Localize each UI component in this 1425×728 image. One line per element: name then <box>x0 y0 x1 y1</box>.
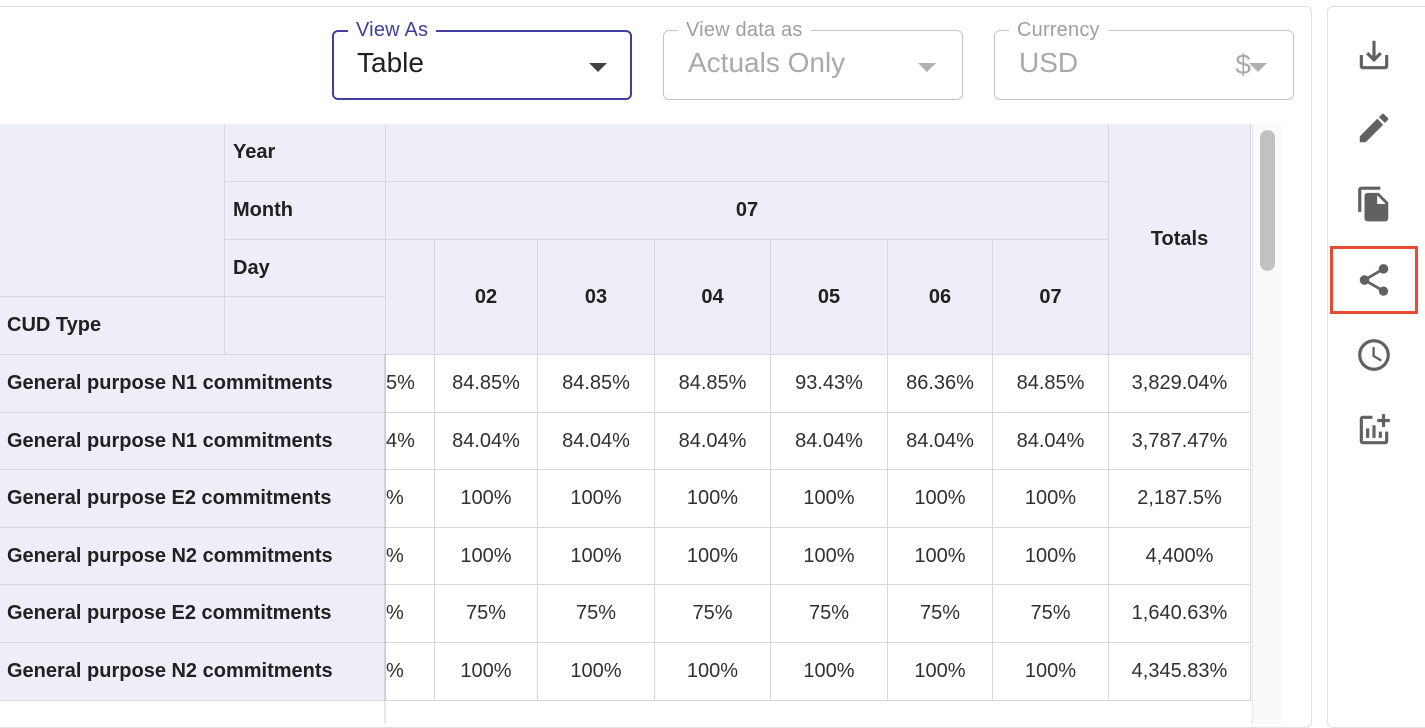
value-cell: 100% <box>771 643 888 701</box>
corner-cell <box>0 124 225 297</box>
view-as-select[interactable]: View As Table <box>332 19 632 100</box>
totals-header: Totals <box>1109 124 1251 355</box>
value-cell: 84.85% <box>993 355 1109 413</box>
copy-button[interactable] <box>1350 180 1398 228</box>
value-cell: 100% <box>435 528 538 585</box>
total-cell: 4,345.83% <box>1109 643 1251 701</box>
chevron-down-icon <box>918 63 936 72</box>
value-cell: 100% <box>655 528 771 585</box>
value-cell: 75% <box>655 585 771 643</box>
value-cell: 100% <box>435 470 538 528</box>
currency-select[interactable]: Currency USD $ <box>994 19 1294 100</box>
value-cell: 100% <box>888 643 993 701</box>
pivot-table: Year Month Day CUD Type 07 02 03 04 05 06 07 … <box>0 124 1251 724</box>
value-cell: 100% <box>993 643 1109 701</box>
edit-button[interactable] <box>1350 104 1398 152</box>
add-chart-button[interactable] <box>1350 406 1398 454</box>
value-cell: 84.04% <box>888 413 993 470</box>
row-label[interactable]: General purpose E2 commitments <box>0 585 386 643</box>
view-data-as-value: Actuals Only <box>688 47 846 78</box>
history-icon <box>1358 339 1390 371</box>
day-header-02: 02 <box>435 240 538 355</box>
value-cell: 84.85% <box>435 355 538 413</box>
day-header: Day <box>225 240 386 297</box>
cud-type-header: CUD Type <box>0 297 225 355</box>
day-header-05: 05 <box>771 240 888 355</box>
chevron-down-icon <box>589 63 607 72</box>
value-cell: 75% <box>888 585 993 643</box>
value-cell: 100% <box>655 643 771 701</box>
value-cell: 75% <box>435 585 538 643</box>
chevron-down-icon <box>1249 63 1267 72</box>
edit-icon <box>1359 113 1389 143</box>
year-header: Year <box>225 124 386 182</box>
value-cell: 100% <box>538 470 655 528</box>
value-cell: 84.04% <box>655 413 771 470</box>
value-cell: 100% <box>771 528 888 585</box>
month-value: 07 <box>386 182 1109 240</box>
history-button[interactable] <box>1350 331 1398 379</box>
value-cell: 84.85% <box>655 355 771 413</box>
value-cell: 100% <box>655 470 771 528</box>
total-cell: 3,829.04% <box>1109 355 1251 413</box>
value-cell: 100% <box>771 470 888 528</box>
cud-type-header-spacer <box>225 297 386 355</box>
download-button[interactable] <box>1350 31 1398 79</box>
total-cell: 2,187.5% <box>1109 470 1251 528</box>
month-header: Month <box>225 182 386 240</box>
total-cell: 3,787.47% <box>1109 413 1251 470</box>
value-cell: 84.04% <box>993 413 1109 470</box>
currency-value: USD <box>1019 47 1079 78</box>
value-cell: 75% <box>993 585 1109 643</box>
view-data-as-select[interactable]: View data as Actuals Only <box>663 19 963 100</box>
value-cell: 75% <box>538 585 655 643</box>
value-cell: 100% <box>435 643 538 701</box>
value-cell: 75% <box>771 585 888 643</box>
add-chart-icon <box>1359 414 1390 445</box>
year-value-cell <box>386 124 1109 182</box>
clipped-value-cell: % <box>386 585 435 643</box>
value-cell: 86.36% <box>888 355 993 413</box>
copy-icon <box>1358 186 1389 222</box>
value-cell: 100% <box>888 470 993 528</box>
row-label[interactable]: General purpose N2 commitments <box>0 643 386 701</box>
view-as-label: View As <box>348 19 437 41</box>
download-icon <box>1359 40 1389 70</box>
row-label[interactable]: General purpose N2 commitments <box>0 528 386 585</box>
value-cell: 84.85% <box>538 355 655 413</box>
view-data-as-label: View data as <box>678 19 811 41</box>
value-cell: 84.04% <box>538 413 655 470</box>
value-cell: 100% <box>993 470 1109 528</box>
view-as-value: Table <box>357 47 424 78</box>
total-cell: 1,640.63% <box>1109 585 1251 643</box>
scrollbar-thumb[interactable] <box>1260 130 1275 271</box>
clipped-value-cell: % <box>386 470 435 528</box>
day-header-03: 03 <box>538 240 655 355</box>
value-cell: 100% <box>993 528 1109 585</box>
day-header-04: 04 <box>655 240 771 355</box>
day-header-07: 07 <box>993 240 1109 355</box>
row-label[interactable]: General purpose E2 commitments <box>0 470 386 528</box>
value-cell: 93.43% <box>771 355 888 413</box>
clipped-value-cell: 5% <box>386 355 435 413</box>
row-label[interactable]: General purpose N1 commitments <box>0 413 386 470</box>
share-button-highlight <box>1330 246 1418 314</box>
clipped-value-cell: % <box>386 643 435 701</box>
clipped-value-cell: % <box>386 528 435 585</box>
value-cell: 100% <box>538 643 655 701</box>
value-cell: 100% <box>538 528 655 585</box>
day-clipped-header <box>386 240 435 355</box>
row-label[interactable]: General purpose N1 commitments <box>0 355 386 413</box>
clipped-value-cell: 4% <box>386 413 435 470</box>
value-cell: 100% <box>888 528 993 585</box>
total-cell: 4,400% <box>1109 528 1251 585</box>
frozen-column-shadow <box>384 354 387 724</box>
value-cell: 84.04% <box>435 413 538 470</box>
currency-label: Currency <box>1009 19 1108 41</box>
day-header-06: 06 <box>888 240 993 355</box>
value-cell: 84.04% <box>771 413 888 470</box>
